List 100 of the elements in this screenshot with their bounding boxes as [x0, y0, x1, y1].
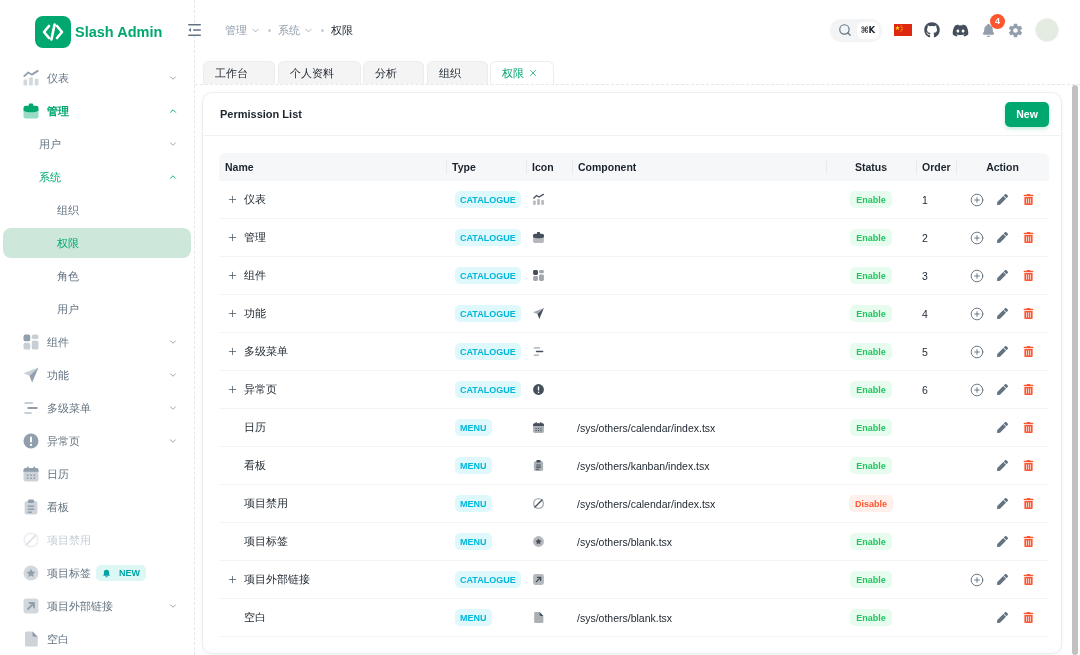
delete-icon[interactable] — [1023, 232, 1034, 243]
paper-plane-icon — [22, 366, 40, 384]
type-badge: MENU — [455, 495, 492, 512]
component-path: /sys/others/blank.tsx — [577, 535, 673, 548]
add-icon[interactable] — [969, 572, 984, 587]
status-badge: Enable — [850, 343, 892, 360]
nav-item[interactable]: 多级菜单 — [3, 393, 191, 423]
nav-item[interactable]: 系统 — [3, 162, 191, 192]
add-icon[interactable] — [969, 230, 984, 245]
nav-item[interactable]: 异常页 — [3, 426, 191, 456]
clipboard-icon — [532, 459, 545, 472]
expand-icon[interactable] — [226, 573, 238, 586]
add-icon[interactable] — [969, 344, 984, 359]
nav-item[interactable]: 项目外部链接 — [3, 591, 191, 621]
delete-icon[interactable] — [1023, 346, 1034, 357]
scrollbar-thumb[interactable] — [1072, 85, 1078, 655]
component-path: /sys/others/blank.tsx — [577, 611, 673, 624]
delete-icon[interactable] — [1023, 384, 1034, 395]
delete-icon[interactable] — [1023, 194, 1034, 205]
type-badge: CATALOGUE — [455, 229, 521, 246]
status-badge: Enable — [850, 267, 892, 284]
nav-item[interactable]: 仪表 — [3, 63, 191, 93]
nav-item[interactable]: 看板 — [3, 492, 191, 522]
expand-icon[interactable] — [226, 345, 238, 358]
settings-icon[interactable] — [1008, 22, 1023, 38]
notification-badge: 4 — [990, 13, 1005, 29]
order-number: 6 — [922, 383, 928, 396]
status-badge: Enable — [850, 571, 892, 588]
delete-icon[interactable] — [1023, 270, 1034, 281]
column-header: Component — [578, 161, 637, 173]
delete-icon[interactable] — [1023, 422, 1034, 433]
bell-icon[interactable] — [981, 22, 996, 38]
github-icon[interactable] — [924, 22, 940, 38]
add-icon[interactable] — [969, 268, 984, 283]
nav-item[interactable]: 用户 — [3, 294, 191, 324]
search-button[interactable]: ⌘K — [830, 18, 882, 42]
menu-icon[interactable] — [188, 24, 201, 36]
expand-icon[interactable] — [226, 269, 238, 282]
tab[interactable]: 组织 — [426, 61, 488, 84]
status-badge: Disable — [849, 495, 893, 512]
expand-icon[interactable] — [226, 193, 238, 206]
delete-icon[interactable] — [1023, 536, 1034, 547]
edit-icon[interactable] — [997, 574, 1008, 585]
flag-icon[interactable] — [894, 24, 912, 36]
edit-icon[interactable] — [997, 270, 1008, 281]
edit-icon[interactable] — [997, 346, 1008, 357]
exclamation-icon — [532, 383, 545, 396]
slashed-circle-icon — [22, 531, 40, 549]
edit-icon[interactable] — [997, 498, 1008, 509]
type-badge: MENU — [455, 457, 492, 474]
add-icon[interactable] — [969, 382, 984, 397]
delete-icon[interactable] — [1023, 498, 1034, 509]
new-button[interactable]: New — [1005, 101, 1049, 127]
permission-name: 组件 — [244, 268, 266, 283]
slashed-circle-icon — [532, 497, 545, 510]
widgets-icon — [22, 333, 40, 351]
edit-icon[interactable] — [997, 384, 1008, 395]
tab[interactable]: 分析 — [363, 61, 424, 84]
nav-item[interactable]: 项目标签 NEW — [3, 558, 191, 588]
card-title: Permission List — [220, 108, 302, 120]
edit-icon[interactable] — [997, 612, 1008, 623]
expand-icon[interactable] — [226, 307, 238, 320]
component-path: /sys/others/kanban/index.tsx — [577, 459, 710, 472]
calendar-icon — [532, 421, 545, 434]
nav-item[interactable]: 用户 — [3, 129, 191, 159]
breadcrumb-link[interactable]: 系统 — [278, 22, 314, 38]
edit-icon[interactable] — [997, 194, 1008, 205]
nav-item[interactable]: 日历 — [3, 459, 191, 489]
edit-icon[interactable] — [997, 422, 1008, 433]
permission-name: 项目标签 — [244, 534, 288, 549]
delete-icon[interactable] — [1023, 574, 1034, 585]
nav-item[interactable]: 空白 — [3, 624, 191, 654]
delete-icon[interactable] — [1023, 612, 1034, 623]
bell-icon — [102, 568, 111, 578]
separator-dot-icon — [268, 28, 271, 32]
type-badge: CATALOGUE — [455, 571, 521, 588]
expand-icon[interactable] — [226, 231, 238, 244]
status-badge: Enable — [850, 457, 892, 474]
close-icon[interactable] — [528, 68, 538, 78]
status-badge: Enable — [850, 305, 892, 322]
tab[interactable]: 工作台 — [203, 61, 275, 84]
search-icon — [838, 23, 852, 37]
expand-icon[interactable] — [226, 383, 238, 396]
add-icon[interactable] — [969, 192, 984, 207]
edit-icon[interactable] — [997, 308, 1008, 319]
nav-item[interactable]: 组织 — [3, 195, 191, 225]
type-badge: MENU — [455, 609, 492, 626]
edit-icon[interactable] — [997, 232, 1008, 243]
nav-item[interactable]: 组件 — [3, 327, 191, 357]
delete-icon[interactable] — [1023, 308, 1034, 319]
delete-icon[interactable] — [1023, 460, 1034, 471]
breadcrumb-link[interactable]: 管理 — [225, 22, 261, 38]
nav-item[interactable]: 管理 — [3, 96, 191, 126]
nav-item[interactable]: 功能 — [3, 360, 191, 390]
tab[interactable]: 个人资料 — [277, 61, 361, 84]
edit-icon[interactable] — [997, 536, 1008, 547]
add-icon[interactable] — [969, 306, 984, 321]
nav-item[interactable]: 角色 — [3, 261, 191, 291]
edit-icon[interactable] — [997, 460, 1008, 471]
tab[interactable]: 权限 — [490, 61, 554, 84]
